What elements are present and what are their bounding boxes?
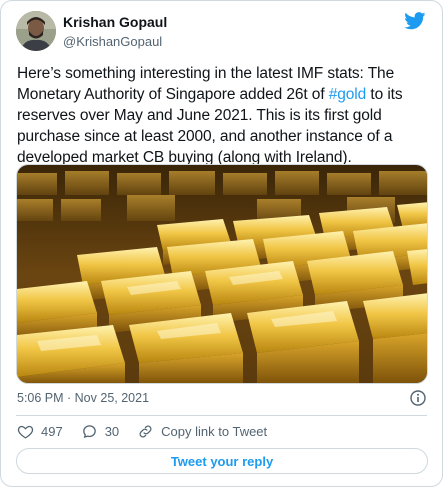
reply-button[interactable]: 30 (81, 423, 119, 440)
like-count: 497 (41, 424, 63, 439)
avatar[interactable] (16, 11, 56, 51)
tweet-card: Krishan Gopaul @KrishanGopaul Here’s som… (0, 0, 443, 487)
like-button[interactable]: 497 (17, 423, 63, 440)
author-block[interactable]: Krishan Gopaul @KrishanGopaul (63, 14, 167, 51)
copy-link-label: Copy link to Tweet (161, 424, 268, 439)
gold-bars-photo (17, 165, 427, 383)
tweet-text: Here’s something interesting in the late… (17, 63, 429, 168)
tweet-timestamp[interactable]: 5:06 PM · Nov 25, 2021 (17, 391, 149, 405)
heart-icon (17, 425, 34, 439)
divider (16, 415, 427, 416)
copy-link-button[interactable]: Copy link to Tweet (137, 423, 267, 440)
info-icon[interactable] (410, 390, 426, 406)
reply-count: 30 (104, 424, 120, 439)
tweet-your-reply-button[interactable]: Tweet your reply (16, 448, 428, 474)
speech-bubble-icon (82, 425, 96, 438)
handle[interactable]: @KrishanGopaul (63, 33, 167, 51)
action-bar: 497 30 Copy link to Tweet (17, 423, 267, 440)
avatar-photo (16, 11, 56, 51)
display-name[interactable]: Krishan Gopaul (63, 14, 167, 31)
hashtag-link[interactable]: #gold (329, 86, 367, 103)
tweet-media-image[interactable] (16, 164, 428, 384)
twitter-bird-icon[interactable] (404, 12, 426, 30)
link-icon (139, 425, 152, 438)
